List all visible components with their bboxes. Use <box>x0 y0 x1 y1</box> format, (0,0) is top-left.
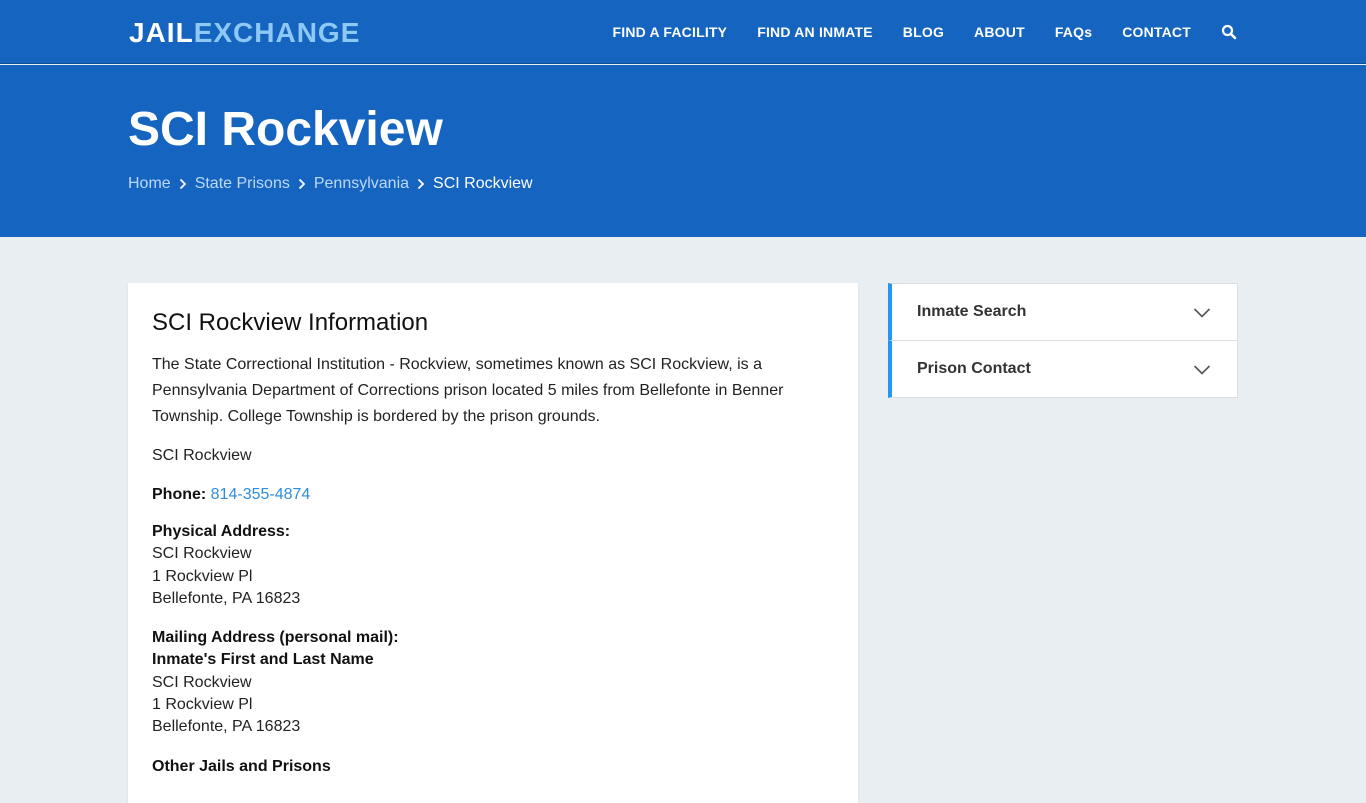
physical-address-label: Physical Address: <box>152 523 291 540</box>
phone-line: Phone: 814-355-4874 <box>152 482 834 508</box>
mailing-address-line: SCI Rockview <box>152 673 252 691</box>
chevron-down-icon <box>1193 306 1211 318</box>
mailing-address: Mailing Address (personal mail): Inmate'… <box>152 627 834 738</box>
chevron-right-icon <box>290 176 314 192</box>
nav-about[interactable]: ABOUT <box>974 24 1025 40</box>
section-heading: SCI Rockview Information <box>152 309 429 336</box>
logo-part-jail: JAIL <box>129 17 194 48</box>
sidebar: Inmate Search Prison Contact <box>888 283 1238 398</box>
chevron-right-icon <box>171 176 195 192</box>
breadcrumb-state-prisons[interactable]: State Prisons <box>195 175 290 193</box>
breadcrumb-current: SCI Rockview <box>433 175 533 192</box>
accordion-prison-contact[interactable]: Prison Contact <box>888 340 1238 398</box>
mailing-recipient: Inmate's First and Last Name <box>152 651 374 669</box>
breadcrumb-pennsylvania[interactable]: Pennsylvania <box>314 175 409 193</box>
page-hero: SCI Rockview Home State Prisons Pennsylv… <box>0 65 1366 237</box>
page-title: SCI Rockview <box>128 103 443 156</box>
physical-address-line: Bellefonte, PA 16823 <box>152 589 301 607</box>
other-facilities: Other Jails and Prisons <box>152 756 834 778</box>
mailing-address-label: Mailing Address (personal mail): <box>152 629 399 647</box>
other-facilities-label: Other Jails and Prisons <box>152 757 331 775</box>
site-logo[interactable]: JAILEXCHANGE <box>129 17 360 49</box>
chevron-down-icon <box>1193 363 1211 375</box>
facility-info-card: SCI Rockview Information The State Corre… <box>128 283 858 803</box>
chevron-right-icon <box>409 176 433 192</box>
nav-find-facility[interactable]: FIND A FACILITY <box>612 24 727 40</box>
nav-contact[interactable]: CONTACT <box>1122 24 1191 40</box>
phone-label: Phone: <box>152 486 207 503</box>
accordion-inmate-search[interactable]: Inmate Search <box>888 283 1238 341</box>
logo-part-exchange: EXCHANGE <box>193 17 361 48</box>
nav-faqs[interactable]: FAQs <box>1055 24 1092 40</box>
accordion-label: Prison Contact <box>917 360 1031 377</box>
breadcrumb: Home State Prisons Pennsylvania SCI Rock… <box>128 175 533 193</box>
main-nav: FIND A FACILITY FIND AN INMATE BLOG ABOU… <box>582 0 1237 64</box>
facility-name: SCI Rockview <box>152 447 252 464</box>
nav-blog[interactable]: BLOG <box>903 24 944 40</box>
mailing-address-line: Bellefonte, PA 16823 <box>152 718 301 736</box>
accordion-label: Inmate Search <box>917 303 1027 320</box>
physical-address-line: 1 Rockview Pl <box>152 567 253 585</box>
physical-address: Physical Address: SCI Rockview 1 Rockvie… <box>152 521 834 610</box>
breadcrumb-home[interactable]: Home <box>128 175 171 193</box>
search-icon[interactable] <box>1221 24 1237 40</box>
top-navbar: JAILEXCHANGE FIND A FACILITY FIND AN INM… <box>0 0 1366 64</box>
nav-find-inmate[interactable]: FIND AN INMATE <box>757 24 873 40</box>
phone-link[interactable]: 814-355-4874 <box>211 486 311 503</box>
intro-paragraph: The State Correctional Institution - Roc… <box>152 356 784 425</box>
mailing-address-line: 1 Rockview Pl <box>152 696 253 714</box>
physical-address-line: SCI Rockview <box>152 545 252 563</box>
